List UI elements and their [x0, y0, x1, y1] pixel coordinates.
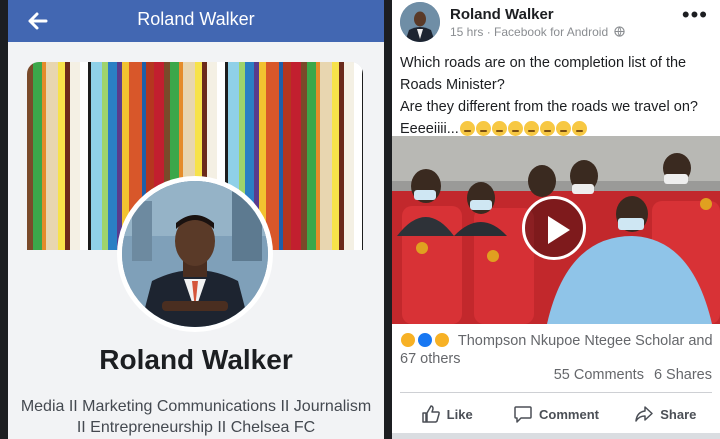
- post-text-line-3-text: Eeeeiiii...: [400, 121, 459, 137]
- bottom-strip: [392, 433, 720, 439]
- post-actions: Like Comment Share: [392, 400, 720, 428]
- comment-label: Comment: [539, 406, 599, 422]
- profile-bio: Media II Marketing Communications II Jou…: [20, 398, 372, 436]
- haha-reaction-icon: [400, 332, 416, 348]
- like-icon: [421, 405, 440, 423]
- profile-screen: Roland Walker Roland Walker Media II Mar…: [0, 0, 384, 439]
- thinking-emoji-icon: [523, 121, 539, 136]
- thinking-emoji-icon: [507, 121, 523, 136]
- profile-name: Roland Walker: [99, 344, 293, 375]
- actions-divider: [400, 392, 712, 393]
- share-label: Share: [660, 406, 697, 422]
- shares-count[interactable]: 6 Shares: [654, 367, 712, 383]
- app-header: Roland Walker: [8, 0, 384, 42]
- like-reaction-icon: [417, 332, 434, 348]
- post-text-line-1: Which roads are on the completion list o…: [400, 55, 687, 93]
- thinking-emoji-icon: [539, 121, 555, 136]
- share-icon: [635, 406, 653, 422]
- share-button[interactable]: Share: [611, 400, 720, 428]
- post-author[interactable]: Roland Walker: [450, 6, 554, 23]
- like-label: Like: [446, 406, 473, 422]
- post-source: Facebook for Android: [494, 25, 609, 39]
- like-button[interactable]: Like: [392, 400, 501, 428]
- author-avatar[interactable]: [400, 2, 440, 42]
- more-icon[interactable]: •••: [682, 2, 708, 28]
- comment-button[interactable]: Comment: [501, 400, 610, 428]
- post-text-line-2: Are they different from the roads we tra…: [400, 99, 698, 115]
- reactions-summary[interactable]: Thompson Nkupoe Ntegee Scholar and 67 ot…: [400, 332, 716, 368]
- post-time[interactable]: 15 hrs: [450, 25, 483, 39]
- comment-icon: [514, 406, 532, 423]
- play-icon[interactable]: [522, 196, 586, 260]
- post-text: Which roads are on the completion list o…: [400, 52, 716, 140]
- post-meta: 15 hrs · Facebook for Android: [450, 25, 626, 39]
- thinking-emoji-icon: [491, 121, 507, 136]
- panel-divider: [384, 0, 392, 439]
- thinking-emoji-icon: [475, 121, 491, 136]
- profile-picture-frame[interactable]: [117, 176, 273, 332]
- globe-icon: [614, 26, 626, 37]
- thinking-emoji-icon: [571, 121, 587, 136]
- sad-reaction-icon: [434, 332, 451, 348]
- comments-count[interactable]: 55 Comments: [554, 367, 644, 383]
- meta-separator: ·: [486, 25, 495, 39]
- screenshot-composite: Roland Walker Roland Walker Media II Mar…: [0, 0, 720, 439]
- facebook-post: Roland Walker 15 hrs · Facebook for Andr…: [392, 0, 720, 439]
- post-video[interactable]: [392, 136, 720, 324]
- engagement-counts: 55 Comments 6 Shares: [554, 367, 712, 383]
- profile-picture: [122, 181, 268, 327]
- thinking-emoji-icon: [555, 121, 571, 136]
- header-title: Roland Walker: [137, 9, 255, 29]
- thinking-emoji-icon: [459, 121, 475, 136]
- left-edge: [0, 0, 8, 439]
